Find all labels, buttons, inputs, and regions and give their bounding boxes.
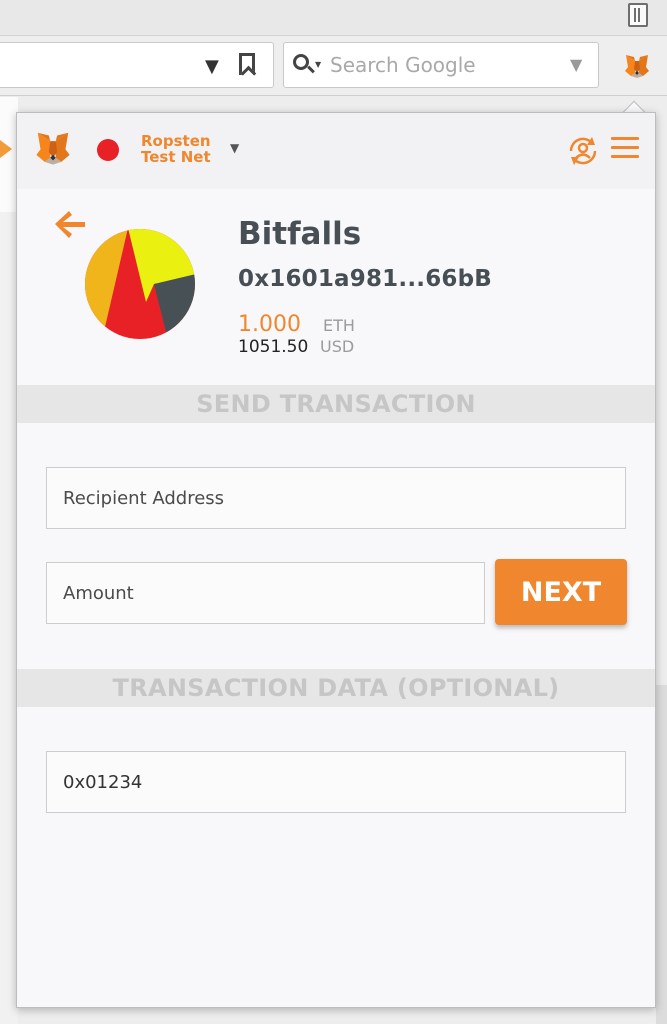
send-transaction-heading: SEND TRANSACTION [17, 385, 655, 423]
metamask-fox-logo-icon [36, 132, 70, 165]
dropdown-triangle-icon[interactable]: ▼ [205, 56, 219, 77]
page-arrow-decoration [0, 140, 12, 158]
browser-toolbar: ▼ ▼ ▼ [0, 36, 667, 96]
search-input[interactable] [330, 51, 560, 79]
search-dropdown-icon[interactable]: ▼ [570, 55, 582, 74]
bookmark-icon[interactable] [239, 53, 255, 75]
transaction-data-heading: TRANSACTION DATA (OPTIONAL) [17, 669, 655, 707]
network-caret-icon[interactable]: ▼ [230, 141, 239, 155]
search-bar[interactable]: ▼ ▼ [283, 42, 599, 88]
eth-unit-label: ETH [323, 316, 355, 335]
network-status-dot[interactable] [97, 139, 119, 161]
account-address[interactable]: 0x1601a981...66bB [238, 266, 492, 292]
url-bar[interactable]: ▼ [0, 42, 274, 88]
metamask-fox-icon [625, 55, 649, 78]
browser-title-strip [0, 0, 667, 36]
amount-input[interactable] [46, 562, 485, 624]
library-icon[interactable] [628, 3, 648, 27]
account-switch-icon[interactable] [565, 133, 601, 169]
next-button[interactable]: NEXT [495, 559, 627, 625]
app-header: Ropsten Test Net ▼ [17, 113, 655, 189]
usd-unit-label: USD [320, 337, 355, 356]
recipient-address-input[interactable] [46, 467, 626, 529]
search-engine-caret-icon[interactable]: ▼ [315, 60, 321, 69]
metamask-popup: Ropsten Test Net ▼ Bitfalls 0x1601a981..… [16, 112, 656, 1008]
hamburger-menu-icon[interactable] [611, 137, 639, 159]
network-selector[interactable]: Ropsten Test Net [141, 133, 231, 165]
eth-balance: 1.000 [238, 312, 301, 337]
transaction-data-input[interactable] [46, 751, 626, 813]
search-icon[interactable] [293, 54, 309, 70]
usd-balance: 1051.50 [238, 337, 309, 357]
page-scroll-region [656, 685, 667, 1024]
account-name: Bitfalls [238, 216, 362, 252]
metamask-extension-button[interactable] [611, 44, 661, 88]
account-identicon [85, 229, 195, 339]
back-arrow-icon[interactable] [53, 209, 87, 239]
